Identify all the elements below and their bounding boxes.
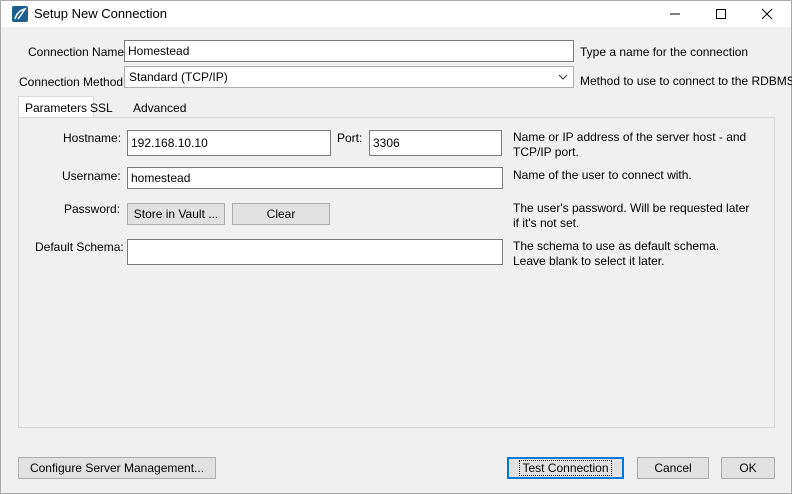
parameters-panel xyxy=(18,117,775,428)
cancel-button[interactable]: Cancel xyxy=(637,457,709,479)
default-schema-label: Default Schema: xyxy=(35,240,124,254)
tab-parameters[interactable]: Parameters xyxy=(18,96,95,117)
hostname-label: Hostname: xyxy=(63,131,122,145)
chevron-down-icon xyxy=(558,74,568,80)
port-input[interactable]: 3306 xyxy=(369,130,502,156)
setup-connection-dialog: Setup New Connection Connection Name: Ho… xyxy=(0,0,792,494)
tab-ssl[interactable]: SSL xyxy=(84,97,119,117)
tab-advanced[interactable]: Advanced xyxy=(127,97,192,117)
default-schema-input[interactable] xyxy=(127,239,503,265)
minimize-button[interactable] xyxy=(652,1,698,27)
password-hint: The user's password. Will be requested l… xyxy=(513,201,750,230)
close-button[interactable] xyxy=(744,1,790,27)
username-hint: Name of the user to connect with. xyxy=(513,168,692,182)
hostname-hint: Name or IP address of the server host - … xyxy=(513,130,747,159)
test-connection-label: Test Connection xyxy=(519,460,612,476)
connection-method-value: Standard (TCP/IP) xyxy=(129,70,228,84)
connection-method-hint: Method to use to connect to the RDBMS xyxy=(580,74,792,88)
store-in-vault-button[interactable]: Store in Vault ... xyxy=(127,203,225,225)
window-title: Setup New Connection xyxy=(34,6,167,21)
connection-name-label: Connection Name: xyxy=(28,45,128,59)
clear-password-button[interactable]: Clear xyxy=(232,203,330,225)
mysql-workbench-icon xyxy=(12,6,28,22)
username-input[interactable]: homestead xyxy=(127,167,503,189)
ok-button[interactable]: OK xyxy=(721,457,775,479)
hostname-input[interactable]: 192.168.10.10 xyxy=(127,130,331,156)
default-schema-hint: The schema to use as default schema. Lea… xyxy=(513,239,720,268)
maximize-button[interactable] xyxy=(698,1,744,27)
port-label: Port: xyxy=(337,131,363,145)
connection-name-hint: Type a name for the connection xyxy=(580,45,749,59)
configure-server-management-button[interactable]: Configure Server Management... xyxy=(18,457,216,479)
connection-name-input[interactable]: Homestead xyxy=(124,40,574,62)
maximize-icon xyxy=(716,9,726,19)
minimize-icon xyxy=(670,13,680,15)
password-label: Password: xyxy=(64,202,121,216)
close-icon xyxy=(761,8,773,20)
connection-method-select[interactable]: Standard (TCP/IP) xyxy=(124,66,574,88)
test-connection-button[interactable]: Test Connection xyxy=(507,457,624,479)
username-label: Username: xyxy=(62,169,121,183)
title-bar: Setup New Connection xyxy=(1,1,791,27)
connection-method-label: Connection Method: xyxy=(19,75,127,89)
